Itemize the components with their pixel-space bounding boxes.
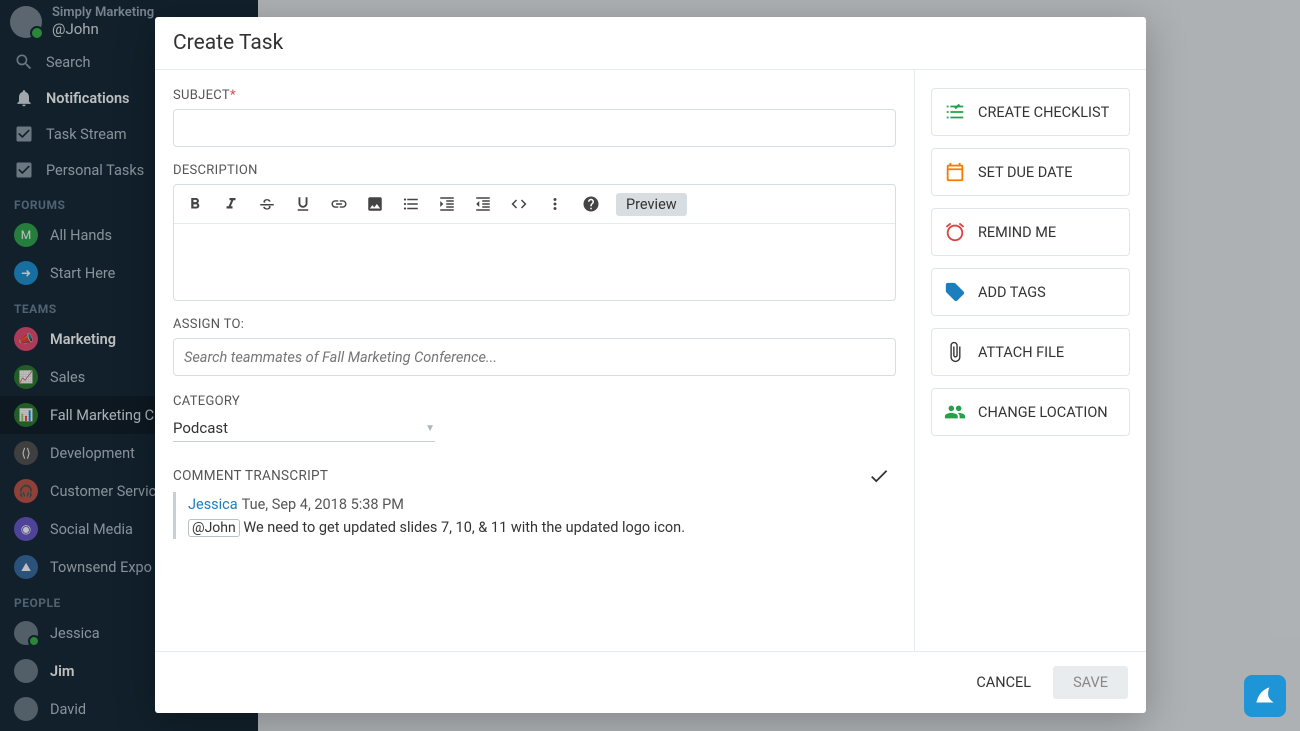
app-logo[interactable] — [1244, 675, 1286, 717]
modal-footer: CANCEL SAVE — [155, 651, 1146, 713]
paperclip-icon — [944, 341, 966, 363]
people-icon — [944, 401, 966, 423]
transcript-entry: Jessica Tue, Sep 4, 2018 5:38 PM @John W… — [173, 492, 896, 539]
image-button[interactable] — [364, 191, 386, 217]
assign-input[interactable] — [173, 338, 896, 376]
indent-button[interactable] — [436, 191, 458, 217]
description-label: DESCRIPTION — [173, 163, 896, 178]
italic-button[interactable] — [220, 191, 242, 217]
save-button[interactable]: SAVE — [1053, 666, 1128, 699]
transcript-label: COMMENT TRANSCRIPT — [173, 462, 328, 490]
bold-button[interactable] — [184, 191, 206, 217]
create-task-modal: Create Task SUBJECT* DESCRIPTION — [155, 17, 1146, 713]
tags-icon — [944, 281, 966, 303]
modal-side-column: CREATE CHECKLIST SET DUE DATE REMIND ME … — [914, 70, 1146, 651]
action-label: ATTACH FILE — [978, 344, 1064, 361]
underline-button[interactable] — [292, 191, 314, 217]
strikethrough-button[interactable] — [256, 191, 278, 217]
help-button[interactable] — [580, 191, 602, 217]
modal-main-column: SUBJECT* DESCRIPTION — [155, 70, 914, 651]
outdent-button[interactable] — [472, 191, 494, 217]
transcript-timestamp: Tue, Sep 4, 2018 5:38 PM — [242, 496, 404, 513]
category-select[interactable]: Podcast ▼ — [173, 415, 435, 442]
description-editor: Preview — [173, 184, 896, 301]
chevron-down-icon: ▼ — [425, 423, 435, 434]
change-location-button[interactable]: CHANGE LOCATION — [931, 388, 1130, 436]
transcript-body: We need to get updated slides 7, 10, & 1… — [243, 519, 685, 536]
cancel-button[interactable]: CANCEL — [976, 674, 1031, 691]
link-button[interactable] — [328, 191, 350, 217]
category-value: Podcast — [173, 419, 228, 437]
preview-button[interactable]: Preview — [616, 193, 687, 216]
add-tags-button[interactable]: ADD TAGS — [931, 268, 1130, 316]
set-due-date-button[interactable]: SET DUE DATE — [931, 148, 1130, 196]
modal-title: Create Task — [173, 31, 1128, 55]
bullet-list-button[interactable] — [400, 191, 422, 217]
more-button[interactable] — [544, 191, 566, 217]
checklist-icon — [944, 101, 966, 123]
create-checklist-button[interactable]: CREATE CHECKLIST — [931, 88, 1130, 136]
assign-label: ASSIGN TO: — [173, 317, 896, 332]
remind-me-button[interactable]: REMIND ME — [931, 208, 1130, 256]
check-icon[interactable] — [868, 465, 890, 487]
alarm-icon — [944, 221, 966, 243]
attach-file-button[interactable]: ATTACH FILE — [931, 328, 1130, 376]
category-label: CATEGORY — [173, 394, 896, 409]
mention-chip[interactable]: @John — [188, 519, 240, 537]
calendar-icon — [944, 161, 966, 183]
editor-toolbar: Preview — [174, 185, 895, 224]
action-label: REMIND ME — [978, 224, 1056, 241]
description-textarea[interactable] — [174, 224, 895, 300]
action-label: SET DUE DATE — [978, 164, 1073, 181]
modal-header: Create Task — [155, 17, 1146, 70]
subject-input[interactable] — [173, 109, 896, 147]
subject-label: SUBJECT* — [173, 88, 896, 103]
action-label: CHANGE LOCATION — [978, 404, 1108, 421]
action-label: CREATE CHECKLIST — [978, 104, 1109, 121]
action-label: ADD TAGS — [978, 284, 1046, 301]
transcript-author: Jessica — [188, 496, 238, 513]
code-button[interactable] — [508, 191, 530, 217]
